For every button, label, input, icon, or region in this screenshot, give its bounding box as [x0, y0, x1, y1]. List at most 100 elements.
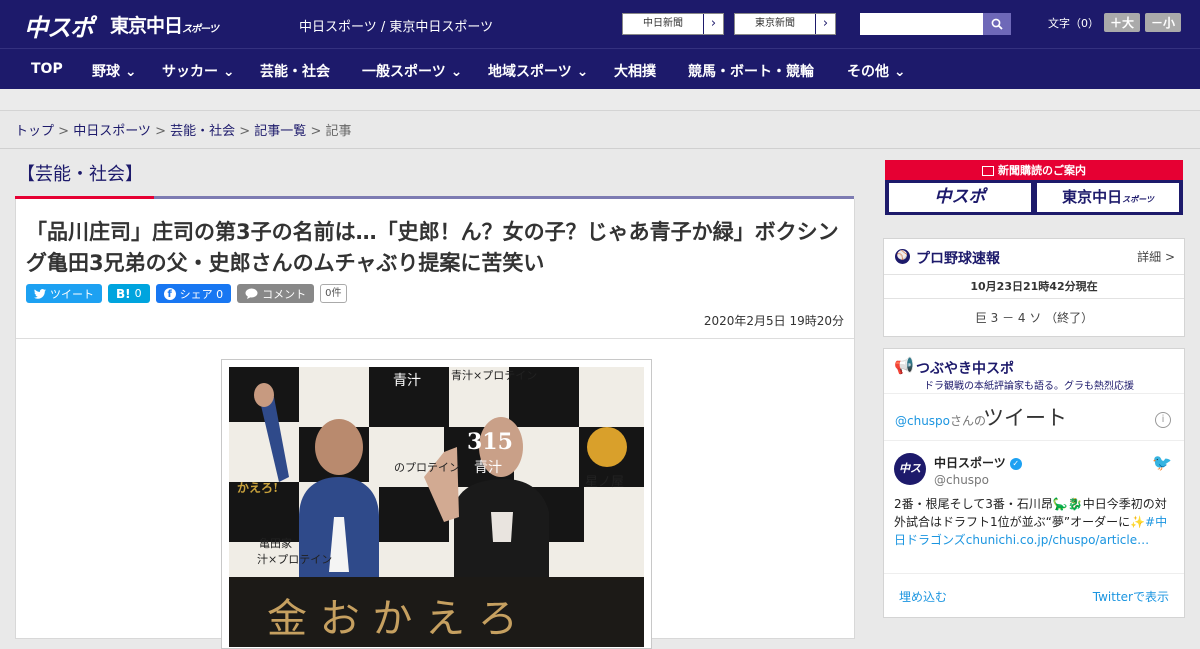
hatena-count: 0: [134, 287, 142, 300]
megaphone-icon: 📢: [894, 356, 914, 375]
font-smaller-button[interactable]: －小: [1145, 13, 1182, 32]
photo-banner-text: のプロテイン: [394, 461, 460, 474]
panel-header: 📢 つぶやき中スポ ドラ観戦の本紙評論家も語る。グラも熱烈応援: [884, 349, 1184, 394]
chevron-down-icon: ⌄: [450, 64, 463, 80]
chunichi-shimbun-button[interactable]: 中日新聞 ›: [622, 13, 724, 35]
tweet-user-handle[interactable]: @chuspo: [934, 473, 989, 487]
search-button[interactable]: [983, 13, 1011, 35]
score-timestamp: 10月23日21時42分現在: [884, 275, 1184, 299]
hatena-bookmark-icon: B!: [116, 286, 131, 301]
subscription-banner-title: 新聞購読のご案内: [885, 162, 1183, 180]
timeline-owner-suffix: さんの: [950, 414, 987, 428]
chevron-right-icon: ›: [703, 14, 723, 34]
twitter-bird-icon: [34, 288, 46, 299]
article-photo[interactable]: 金 お か え ろ 青汁 青汁×プロテイン 315 青汁 星ノ屋 亀田家 汁×プ…: [221, 359, 652, 649]
tweet-button[interactable]: ツイート: [26, 284, 102, 303]
info-icon[interactable]: i: [1155, 412, 1171, 428]
newspaper-icon: [982, 166, 994, 176]
chevron-down-icon: ⌄: [124, 64, 137, 80]
comment-label: コメント: [262, 287, 307, 301]
site-line: 中日スポーツ / 東京中日スポーツ: [299, 20, 494, 35]
nav-label: その他: [847, 64, 889, 80]
facebook-share-button[interactable]: f シェア 0: [155, 284, 232, 303]
timeline-title: ツイート: [983, 406, 1067, 430]
game-score[interactable]: 巨 3 － 4 ソ （終了）: [884, 299, 1184, 337]
svg-text:金 お か え ろ: 金 お か え ろ: [267, 596, 518, 642]
panel-subtitle: ドラ観戦の本紙評論家も語る。グラも熱烈応援: [924, 381, 1134, 392]
font-bigger-button[interactable]: ＋大: [1104, 13, 1141, 32]
nav-label: 一般スポーツ: [362, 64, 446, 80]
nav-baseball[interactable]: 野球 ⌄: [92, 61, 137, 81]
top-header: 中スポ 東京中日スポーツ 中日スポーツ / 東京中日スポーツ 中日新聞 › 東京…: [0, 0, 1200, 48]
timeline-handle-link[interactable]: @chuspo: [895, 414, 950, 428]
tweet-user-name[interactable]: 中日スポーツ ✓: [934, 454, 1022, 471]
nav-entertainment[interactable]: 芸能・社会: [260, 61, 330, 81]
font-size-control: 文字（0） ＋大 －小: [1048, 13, 1182, 32]
photo-backdrop: 金 お か え ろ: [229, 367, 644, 647]
twitter-panel: 📢 つぶやき中スポ ドラ観戦の本紙評論家も語る。グラも熱烈応援 @chuspoさ…: [883, 348, 1185, 618]
breadcrumb-list[interactable]: 記事一覧: [254, 124, 306, 139]
photo-banner-text: 青汁×プロテイン: [451, 369, 538, 382]
hatena-bookmark-button[interactable]: B! 0: [108, 284, 150, 303]
tweet-text: 2番・根尾そして3番・石川昂🦕🐉中日今季初の対外試合はドラフト1位が並ぶ“夢”オ…: [894, 495, 1176, 549]
category-title: 【芸能・社会】: [17, 164, 143, 185]
nav-label: 地域スポーツ: [488, 64, 572, 80]
subscription-banner[interactable]: 新聞購読のご案内 中スポ 東京中日スポーツ: [885, 160, 1183, 215]
photo-banner-text: 青汁: [393, 373, 421, 389]
photo-banner-text: 亀田家: [259, 537, 292, 550]
article-card: 「品川庄司」庄司の第3子の名前は…「史郎！ん？女の子？じゃあ青子か緑」ボクシング…: [15, 199, 855, 649]
timeline-owner: @chuspoさんの: [895, 412, 986, 429]
photo-banner-text: かえろ!: [237, 481, 279, 495]
nav-other[interactable]: その他 ⌄: [847, 61, 906, 81]
chevron-right-icon: ›: [815, 14, 835, 34]
nav-racing[interactable]: 競馬・ボート・競輪: [688, 61, 814, 81]
divider: [16, 338, 854, 339]
timeline-footer: 埋め込む Twitterで表示: [884, 573, 1184, 618]
tokyo-chunichi-logo[interactable]: 東京中日スポーツ: [110, 11, 219, 38]
chuspo-logo[interactable]: 中スポ: [24, 8, 94, 43]
tweet-label: ツイート: [50, 287, 94, 301]
paper-label: 中日新聞: [643, 18, 683, 29]
search-icon: [991, 18, 1003, 30]
user-name-text: 中日スポーツ: [934, 456, 1006, 470]
breadcrumb-separator: >: [150, 124, 171, 139]
comment-count: 0件: [320, 284, 347, 303]
nav-label: サッカー: [162, 64, 218, 80]
tokyo-chunichi-sub: スポーツ: [1122, 195, 1154, 204]
divider: [0, 148, 1200, 149]
tokyo-logo-text: 東京中日: [110, 15, 183, 37]
comment-bubble-icon: [245, 288, 258, 299]
tweet-body-text: 2番・根尾そして3番・石川昂🦕🐉中日今季初の対外試合はドラフト1位が並ぶ“夢”オ…: [894, 497, 1167, 529]
search-input[interactable]: [860, 13, 983, 35]
nav-top[interactable]: TOP: [31, 61, 63, 77]
photo-brand-text: 星ノ屋: [585, 475, 625, 490]
nav-sumo[interactable]: 大相撲: [614, 61, 656, 81]
breadcrumb-separator: >: [235, 124, 255, 139]
nav-local-sports[interactable]: 地域スポーツ ⌄: [488, 61, 588, 81]
avatar[interactable]: 中スポ: [894, 453, 926, 507]
tokyo-chunichi-subscribe-button[interactable]: 東京中日スポーツ: [1037, 183, 1179, 212]
paper-label: 東京新聞: [755, 18, 795, 29]
panel-title: つぶやき中スポ: [916, 361, 1014, 377]
timeline-header: @chuspoさんの ツイート i: [884, 394, 1184, 441]
embed-link[interactable]: 埋め込む: [899, 588, 947, 605]
category-heading: 【芸能・社会】: [15, 160, 854, 199]
article-date: 2020年2月5日 19時20分: [703, 314, 844, 328]
nav-general-sports[interactable]: 一般スポーツ ⌄: [362, 61, 462, 81]
chuspo-subscribe-button[interactable]: 中スポ: [889, 183, 1031, 212]
breadcrumb-top[interactable]: トップ: [15, 124, 54, 139]
baseball-details-link[interactable]: 詳細 >: [1137, 248, 1175, 265]
tokyo-logo-sub: スポーツ: [182, 24, 219, 35]
press-event-photo: 金 お か え ろ 青汁 青汁×プロテイン 315 青汁 星ノ屋 亀田家 汁×プ…: [229, 367, 644, 647]
breadcrumb-category[interactable]: 芸能・社会: [170, 124, 235, 139]
panel-header: ⚾ プロ野球速報 詳細 >: [884, 239, 1184, 275]
view-on-twitter-link[interactable]: Twitterで表示: [1093, 588, 1169, 605]
breadcrumb-separator: >: [306, 124, 326, 139]
article-headline: 「品川庄司」庄司の第3子の名前は…「史郎！ん？女の子？じゃあ青子か緑」ボクシング…: [26, 220, 839, 275]
comment-button[interactable]: コメント: [237, 284, 315, 303]
tokyo-shimbun-button[interactable]: 東京新聞 ›: [734, 13, 836, 35]
breadcrumb-chuspo[interactable]: 中日スポーツ: [73, 124, 151, 139]
nav-soccer[interactable]: サッカー ⌄: [162, 61, 235, 81]
chevron-down-icon: ⌄: [576, 64, 589, 80]
twitter-bird-icon[interactable]: 🐦: [1152, 453, 1172, 472]
